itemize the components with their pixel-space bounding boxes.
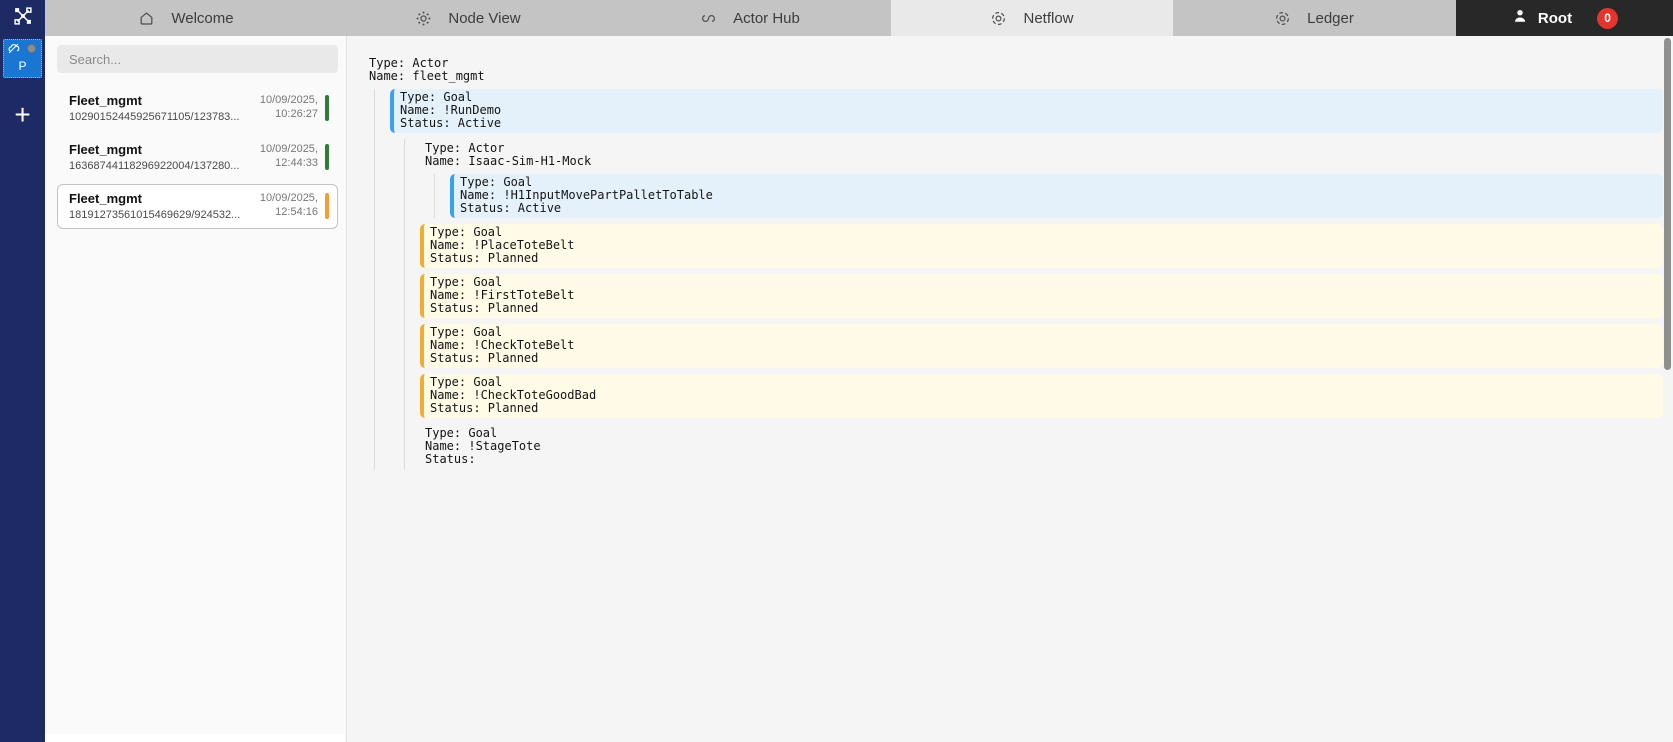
- tree-node-checktotebelt[interactable]: Type: Goal Name: !CheckToteBelt Status: Pl…: [420, 324, 1663, 368]
- tree-node-line: Type: Goal: [430, 325, 503, 339]
- app-window: Welcome Node View Actor Hub Netflow Ledger R…: [0, 0, 1673, 742]
- tree-node-line: Status: Active: [460, 201, 562, 215]
- tree-node-line: Status: Active: [400, 116, 502, 130]
- links-icon: [700, 10, 717, 27]
- session-timestamp: 10/09/2025, 12:44:33: [259, 143, 318, 169]
- session-item-main: Fleet_mgmt 18191273561015469629/924532...: [69, 191, 254, 221]
- tree-node-line: Status: Planned: [430, 351, 539, 365]
- tree-node-line: Name: Isaac-Sim-H1-Mock: [425, 154, 592, 168]
- session-list: Fleet_mgmt 10290152445925671105/123783...…: [57, 86, 338, 229]
- tree-node-placetotebelt[interactable]: Type: Goal Name: !PlaceToteBelt Status: Pl…: [420, 224, 1663, 268]
- session-panel: Fleet_mgmt 10290152445925671105/123783...…: [45, 36, 347, 742]
- app-logo[interactable]: [0, 0, 45, 36]
- tree-node-line: Status: Planned: [430, 251, 539, 265]
- session-item-main: Fleet_mgmt 16368744118296922004/137280...: [69, 142, 254, 172]
- tree-node-fleet-mgmt: Type: Actor Name: fleet_mgmt: [369, 54, 1673, 87]
- session-id: 18191273561015469629/924532...: [69, 209, 241, 221]
- session-item[interactable]: Fleet_mgmt 16368744118296922004/137280...…: [57, 135, 338, 180]
- tab-strip: Welcome Node View Actor Hub Netflow Ledger: [45, 0, 1456, 36]
- workspace-tile[interactable]: P: [3, 39, 42, 78]
- tree-node-checktotegoodbad[interactable]: Type: Goal Name: !CheckToteGoodBad Status:…: [420, 374, 1663, 418]
- tree-node-line: Type: Actor: [425, 141, 505, 155]
- tab-actor-hub[interactable]: Actor Hub: [609, 0, 891, 36]
- tab-ledger[interactable]: Ledger: [1173, 0, 1455, 36]
- tree-node-line: Name: !CheckToteBelt: [430, 338, 575, 352]
- dashed-circle-icon: [990, 10, 1007, 27]
- content-area: P + Fleet_mgmt 10290152445925671105/12378…: [0, 36, 1673, 742]
- session-title: Fleet_mgmt: [69, 142, 142, 157]
- tree-children: Type: Actor Name: Isaac-Sim-H1-Mock Type: …: [404, 139, 1673, 470]
- tree-node-line: Status: Planned: [430, 401, 539, 415]
- tree-node-line: Type: Goal: [430, 225, 503, 239]
- tree-node-isaac-sim-h1-mock: Type: Actor Name: Isaac-Sim-H1-Mock: [405, 139, 1673, 172]
- session-timestamp: 10/09/2025, 12:54:16: [259, 192, 318, 218]
- session-status-bar: [325, 144, 329, 170]
- tree-node-line: Name: !PlaceToteBelt: [430, 238, 575, 252]
- session-id: 10290152445925671105/123783...: [69, 111, 240, 123]
- session-item[interactable]: Fleet_mgmt 18191273561015469629/924532...…: [57, 184, 338, 229]
- network-icon: [12, 5, 34, 32]
- tree-node-h1inputmovepartpallettotable[interactable]: Type: Goal Name: !H1InputMovePartPalletTo…: [450, 174, 1663, 218]
- session-title: Fleet_mgmt: [69, 93, 142, 108]
- tree-node-line: Name: !RunDemo: [400, 103, 502, 117]
- session-timestamp: 10/09/2025, 10:26:27: [259, 94, 318, 120]
- tab-label: Ledger: [1307, 9, 1354, 27]
- tree-node-stagetote: Type: Goal Name: !StageTote Status:: [405, 424, 1673, 470]
- home-icon: [138, 10, 155, 27]
- tab-node-view[interactable]: Node View: [327, 0, 609, 36]
- notification-badge: 0: [1597, 7, 1619, 29]
- tree-node-rundemo[interactable]: Type: Goal Name: !RunDemo Status: Active: [390, 89, 1663, 133]
- tree-node-line: Type: Goal: [430, 275, 503, 289]
- session-status-bar: [325, 193, 329, 219]
- dashed-circle-icon: [1274, 10, 1291, 27]
- tree-node-line: Type: Goal: [430, 375, 503, 389]
- add-workspace-button[interactable]: +: [8, 100, 36, 130]
- cloud-off-icon: [7, 42, 20, 55]
- session-item-main: Fleet_mgmt 10290152445925671105/123783...: [69, 93, 254, 123]
- tree-node-line: Name: !StageTote: [425, 439, 541, 453]
- tree-node-line: Name: !FirstToteBelt: [430, 288, 575, 302]
- tree-node-line: Name: fleet_mgmt: [369, 69, 485, 83]
- tree-node-line: Name: !H1InputMovePartPalletToTable: [460, 188, 713, 202]
- workspace-rail: P +: [0, 36, 45, 742]
- tab-netflow[interactable]: Netflow: [891, 0, 1173, 36]
- main-scrollbar-thumb[interactable]: [1664, 38, 1671, 370]
- goal-tree: Type: Actor Name: fleet_mgmt Type: Goal Nam…: [369, 54, 1673, 470]
- session-status-bar: [325, 95, 329, 121]
- tab-label: Netflow: [1023, 9, 1074, 27]
- tab-welcome[interactable]: Welcome: [45, 0, 327, 36]
- session-title: Fleet_mgmt: [69, 191, 142, 206]
- workspace-letter: P: [18, 59, 27, 73]
- tab-bar: Welcome Node View Actor Hub Netflow Ledger R…: [0, 0, 1673, 36]
- tree-node-line: Status: Planned: [430, 301, 539, 315]
- node-gear-icon: [415, 10, 432, 27]
- tree-node-line: Type: Actor: [369, 56, 449, 70]
- tree-node-line: Status:: [425, 452, 476, 466]
- user-menu[interactable]: Root 0: [1456, 0, 1673, 36]
- tab-label: Actor Hub: [733, 9, 800, 27]
- search-input[interactable]: [57, 45, 338, 73]
- tab-label: Welcome: [171, 9, 234, 27]
- session-item[interactable]: Fleet_mgmt 10290152445925671105/123783...…: [57, 86, 338, 131]
- user-label: Root: [1537, 9, 1573, 27]
- tree-node-line: Name: !CheckToteGoodBad: [430, 388, 597, 402]
- netflow-view: Type: Actor Name: fleet_mgmt Type: Goal Nam…: [347, 36, 1673, 742]
- tree-node-firsttotebelt[interactable]: Type: Goal Name: !FirstToteBelt Status: Pl…: [420, 274, 1663, 318]
- session-id: 16368744118296922004/137280...: [69, 160, 240, 172]
- tree-node-line: Type: Goal: [425, 426, 498, 440]
- tree-node-line: Type: Goal: [400, 90, 473, 104]
- status-dot: [27, 44, 36, 53]
- person-icon: [1511, 7, 1529, 29]
- tree-children: Type: Goal Name: !H1InputMovePartPalletTo…: [434, 174, 1673, 218]
- tab-label: Node View: [448, 9, 521, 27]
- tree-children: Type: Goal Name: !RunDemo Status: Active Ty…: [374, 89, 1673, 470]
